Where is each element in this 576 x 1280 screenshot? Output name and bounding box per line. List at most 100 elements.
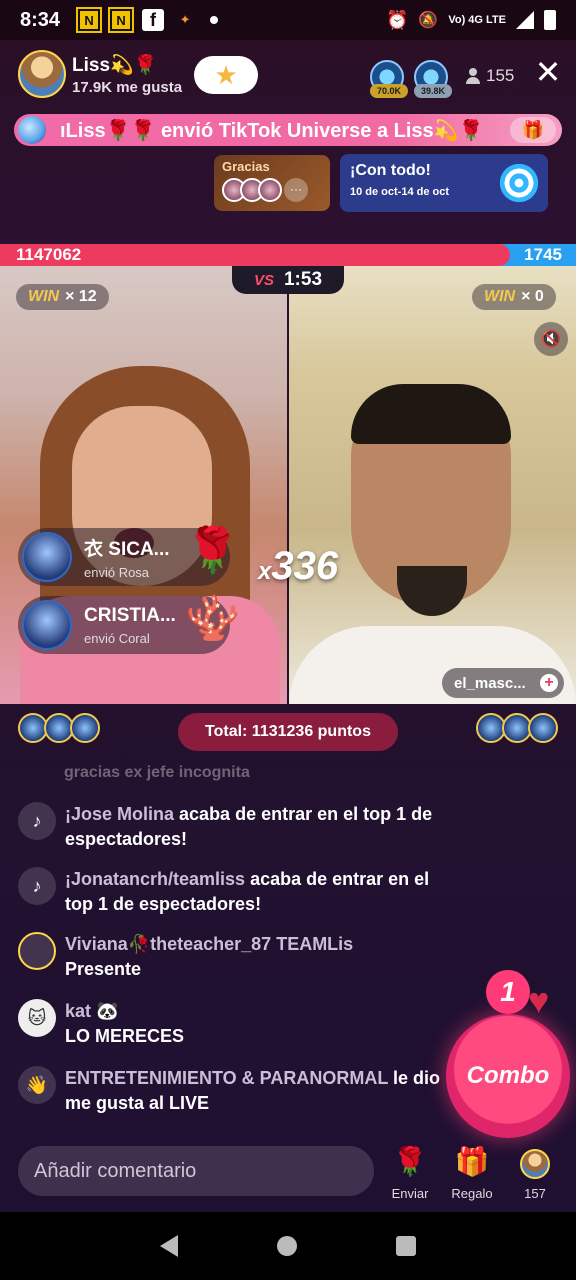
combo-counter: 1 xyxy=(486,970,530,1014)
viewers-button[interactable]: 157 xyxy=(507,1146,563,1201)
viewer-count-value: 155 xyxy=(486,66,515,85)
send-rose-button[interactable]: 🌹 Enviar xyxy=(382,1146,438,1201)
top-viewer-avatar[interactable]: 39.8K xyxy=(414,60,452,98)
follow-opponent-button[interactable]: + xyxy=(540,674,558,692)
gift-notification: CRISTIA... envió Coral 🪸 xyxy=(18,594,240,654)
wave-icon: 👋 xyxy=(18,1066,56,1104)
app-notification-icon: N xyxy=(78,9,101,31)
chat-username[interactable]: Viviana🥀theteacher_87 TEAMLis xyxy=(65,932,353,957)
back-icon[interactable] xyxy=(159,1235,178,1257)
gift-combo-count: x336 xyxy=(258,544,338,589)
left-win-count: × 12 xyxy=(65,288,97,305)
gifter-avatar xyxy=(22,600,72,650)
host-name: Liss💫🌹 xyxy=(72,54,158,76)
battery-icon xyxy=(544,10,556,30)
chat-text: Presente xyxy=(65,959,142,979)
combo-button[interactable]: Combo xyxy=(446,1014,570,1138)
host-avatar[interactable] xyxy=(18,50,66,98)
chat-message[interactable]: ♪ ¡Jonatancrh/teamliss acaba de entrar e… xyxy=(18,867,458,917)
right-score: 1745 xyxy=(524,245,562,264)
mute-button[interactable]: 🔇 xyxy=(534,322,568,356)
opponent-video[interactable] xyxy=(289,266,576,704)
supporter-avatar xyxy=(258,178,282,202)
gift-notification-text: 衣 SICA... envió Rosa xyxy=(84,534,170,580)
gifter-name: CRISTIA... xyxy=(84,604,176,626)
rose-gift-icon: 🌹 xyxy=(185,526,240,575)
gift-label: Regalo xyxy=(451,1186,493,1201)
gifter-name: 衣 SICA... xyxy=(84,539,170,560)
facebook-icon: f xyxy=(142,9,165,31)
total-points[interactable]: Total: 1131236 puntos xyxy=(178,713,398,751)
timer-value: 1:53 xyxy=(283,269,323,290)
battle-score-bar: 1147062 1745 xyxy=(0,244,576,266)
clock: 8:34 xyxy=(20,8,61,31)
gift-notification: 衣 SICA... envió Rosa 🌹 xyxy=(18,526,240,586)
follow-button[interactable]: ★ xyxy=(194,56,258,94)
more-icon: ··· xyxy=(284,178,308,202)
top-viewer-badge: 70.0K xyxy=(370,84,408,98)
chat-message[interactable]: 🐱 kat 🐼 LO MERECES xyxy=(18,999,458,1049)
supporter-avatar xyxy=(70,713,100,743)
heart-icon: ♥ xyxy=(528,980,550,1021)
chat-avatar[interactable] xyxy=(18,932,56,970)
gift-box-icon[interactable]: 🎁 xyxy=(510,117,556,143)
thanks-title: Gracias xyxy=(222,159,270,174)
chat-message[interactable]: 👋 ENTRETENIMIENTO & PARANORMAL le dio me… xyxy=(18,1066,458,1116)
top-viewer-badge: 39.8K xyxy=(414,84,452,98)
right-win-count: × 0 xyxy=(521,288,544,305)
target-icon xyxy=(498,162,540,204)
gift-icon: 🎁 xyxy=(454,1146,490,1177)
right-supporters[interactable] xyxy=(476,713,558,743)
viewer-count[interactable]: 155 xyxy=(466,66,514,86)
speaker-muted-icon: 🔇 xyxy=(541,331,561,348)
opponent-video-figure xyxy=(351,384,511,444)
gift-banner-text: ıLiss🌹🌹 envió TikTok Universe a Liss💫🌹 xyxy=(60,119,484,142)
chat-username[interactable]: ENTRETENIMIENTO & PARANORMAL xyxy=(65,1068,388,1088)
live-stream-screen: 8:34 N N f ✦ ⏰ 🔕 Vo) 4G LTE Liss💫🌹 17.9K… xyxy=(0,0,576,1280)
viewer-avatar-icon xyxy=(507,1146,563,1179)
top-viewers[interactable]: 70.0K 39.8K xyxy=(370,60,452,98)
recent-apps-icon[interactable] xyxy=(396,1236,417,1256)
opponent-name: el_masc... xyxy=(454,674,526,692)
vs-icon: VS xyxy=(253,271,274,289)
alarm-icon: ⏰ xyxy=(386,9,409,30)
host-info[interactable]: Liss💫🌹 17.9K me gusta xyxy=(18,50,182,98)
universe-gift-icon xyxy=(18,116,46,144)
mute-status-icon: 🔕 xyxy=(418,12,439,29)
gift-banner[interactable]: ıLiss🌹🌹 envió TikTok Universe a Liss💫🌹 🎁 xyxy=(14,114,562,146)
host-text: Liss💫🌹 17.9K me gusta xyxy=(72,53,182,96)
tiktok-icon: ♪ xyxy=(18,802,56,840)
more-notifications-icon xyxy=(210,16,219,24)
chat-avatar[interactable]: 🐱 xyxy=(18,999,56,1037)
chat-username[interactable]: ¡Jonatancrh/teamliss xyxy=(65,869,245,889)
left-supporters[interactable] xyxy=(18,713,100,743)
chat-message[interactable]: ♪ ¡Jose Molina acaba de entrar en el top… xyxy=(18,802,458,852)
star-icon: ★ xyxy=(214,59,238,90)
right-win-counter: WIN × 0 xyxy=(472,284,556,310)
close-button[interactable]: ✕ xyxy=(534,56,562,88)
gifter-avatar xyxy=(22,532,72,582)
battle-timer: VS 1:53 xyxy=(232,266,344,294)
combo-prefix: x xyxy=(258,558,272,585)
chat-username[interactable]: ¡Jose Molina xyxy=(65,804,174,824)
home-icon[interactable] xyxy=(276,1236,297,1256)
chat-message-body: kat 🐼 LO MERECES xyxy=(65,999,184,1049)
chat-message-body: Viviana🥀theteacher_87 TEAMLis Presente xyxy=(65,932,353,982)
win-label: WIN xyxy=(28,288,60,305)
signal-icon xyxy=(516,11,534,29)
left-score: 1147062 xyxy=(0,244,510,266)
event-card[interactable]: ¡Con todo! 10 de oct-14 de oct xyxy=(340,154,548,212)
combo-label: Combo xyxy=(466,1062,550,1089)
opponent-video-figure xyxy=(397,566,467,616)
supporter-avatar xyxy=(528,713,558,743)
gift-button[interactable]: 🎁 Regalo xyxy=(444,1146,500,1201)
network-indicator: Vo) 4G LTE xyxy=(448,13,506,26)
chat-message[interactable]: Viviana🥀theteacher_87 TEAMLis Presente xyxy=(18,932,458,982)
chat-username[interactable]: kat 🐼 xyxy=(65,999,184,1024)
comment-input[interactable]: Añadir comentario xyxy=(18,1146,374,1196)
opponent-tag[interactable]: el_masc... + xyxy=(442,668,564,698)
top-viewer-avatar[interactable]: 70.0K xyxy=(370,60,408,98)
gift-description: envió Rosa xyxy=(84,565,150,580)
viewers-label: 157 xyxy=(524,1186,546,1201)
thanks-card[interactable]: Gracias ··· xyxy=(214,155,330,211)
